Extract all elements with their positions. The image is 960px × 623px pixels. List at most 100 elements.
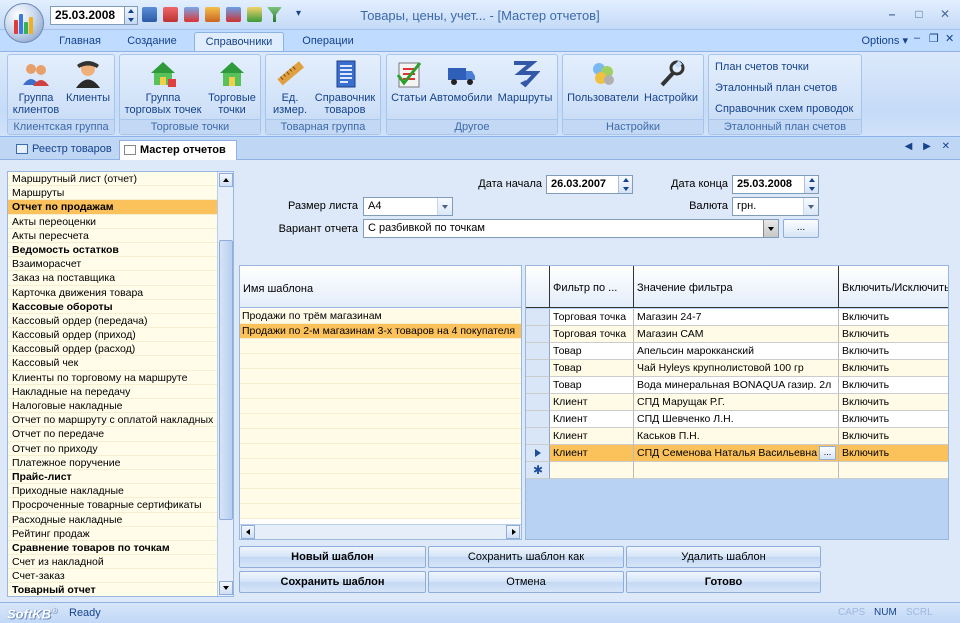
filter-value-cell[interactable]: Апельсин марокканский (634, 343, 839, 360)
report-list-item[interactable]: Кассовый ордер (расход) (8, 342, 219, 357)
delete-template-button[interactable]: Удалить шаблон (626, 546, 821, 568)
currency-select[interactable]: грн. (732, 197, 819, 216)
template-name-header[interactable]: Имя шаблона (240, 266, 521, 308)
filter-by-cell[interactable]: Товар (550, 360, 634, 377)
filter-by-header[interactable]: Фильтр по ... (550, 266, 634, 308)
date-start-spinner[interactable] (618, 176, 632, 193)
include-exclude-cell[interactable]: Включить (839, 309, 948, 326)
filter-value-cell[interactable]: СПД Шевченко Л.Н. (634, 411, 839, 428)
report-list-item[interactable]: Накладные на передачу (8, 384, 219, 399)
application-menu-button[interactable] (4, 3, 44, 43)
filter-by-cell[interactable]: Клиент (550, 445, 634, 462)
report-list-item[interactable]: Заказ на поставщика (8, 271, 219, 286)
report-list-item[interactable]: Маршруты (8, 186, 219, 201)
row-indicator[interactable] (526, 377, 550, 394)
filter-row[interactable]: Клиент СПД Шевченко Л.Н. Включить (526, 411, 948, 428)
trade-point-group-button[interactable]: Группа торговых точек (122, 59, 204, 116)
filter-row[interactable]: Клиент СПД Семенова Наталья Васильевна...… (526, 445, 948, 462)
report-list-item[interactable]: Товарный отчет (8, 583, 219, 596)
cancel-button[interactable]: Отмена (428, 571, 624, 593)
filter-by-cell[interactable]: Товар (550, 343, 634, 360)
filter-row[interactable]: Клиент СПД Марущак Р.Г. Включить (526, 394, 948, 411)
tab-directories[interactable]: Справочники (194, 32, 284, 51)
include-exclude-cell[interactable]: Включить (839, 445, 948, 462)
filter-by-cell[interactable]: Торговая точка (550, 309, 634, 326)
filter-by-cell[interactable]: Клиент (550, 428, 634, 445)
template-row[interactable]: Продажи по 2-м магазинам 3-х товаров на … (240, 324, 521, 339)
filter-value-cell[interactable]: Магазин 24-7 (634, 309, 839, 326)
currency-dropdown-button[interactable] (803, 198, 818, 215)
date-end-spinner[interactable] (804, 176, 818, 193)
report-list-item[interactable]: Расходные накладные (8, 512, 219, 527)
mdi-close-button[interactable]: ✕ (945, 32, 954, 45)
report-variant-dropdown-button[interactable] (763, 220, 778, 237)
reference-accounts-plan-link[interactable]: Эталонный план счетов (715, 82, 837, 94)
filter-value-cell[interactable]: Вода минеральная BONAQUA газир. 2л (634, 377, 839, 394)
report-list-item[interactable]: Взаиморасчет (8, 257, 219, 272)
row-indicator[interactable] (526, 309, 550, 326)
report-list-item[interactable]: Кассовые обороты (8, 299, 219, 314)
include-exclude-cell[interactable]: Включить (839, 360, 948, 377)
mdi-minimize-button[interactable]: – (914, 32, 920, 44)
mdi-restore-button[interactable]: ❐ (929, 32, 939, 45)
filter-value-more-button[interactable]: ... (819, 446, 836, 460)
tab-operations[interactable]: Операции (292, 32, 364, 51)
options-menu[interactable]: Options ▾ (862, 34, 909, 47)
save-template-as-button[interactable]: Сохранить шаблон как (428, 546, 624, 568)
report-list-item[interactable]: Платежное поручение (8, 455, 219, 470)
minimize-button[interactable]: – (883, 6, 901, 22)
row-indicator[interactable] (526, 394, 550, 411)
filter-value-cell[interactable] (634, 462, 839, 479)
report-list-item[interactable]: Просроченные товарные сертификаты (8, 498, 219, 513)
filter-row[interactable]: Торговая точка Магазин 24-7 Включить (526, 309, 948, 326)
report-list-item[interactable]: Кассовый чек (8, 356, 219, 371)
report-list-item[interactable]: Счет из накладной (8, 555, 219, 570)
row-indicator[interactable] (526, 326, 550, 343)
report-list-item[interactable]: Карточка движения товара (8, 285, 219, 300)
include-exclude-cell[interactable]: Включить (839, 428, 948, 445)
filter-row[interactable]: Торговая точка Магазин САМ Включить (526, 326, 948, 343)
filter-by-cell[interactable]: Клиент (550, 411, 634, 428)
doc-tab-product-registry[interactable]: Реестр товаров (12, 140, 116, 160)
report-list-item[interactable]: Маршрутный лист (отчет) (8, 172, 219, 187)
filter-row[interactable]: Товар Чай Hyleys крупнолистовой 100 гр Вкл… (526, 360, 948, 377)
filter-value-cell[interactable]: СПД Марущак Р.Г. (634, 394, 839, 411)
report-list-item[interactable]: Отчет по приходу (8, 441, 219, 456)
row-indicator[interactable] (526, 360, 550, 377)
report-variant-more-button[interactable]: ... (783, 219, 819, 238)
articles-button[interactable]: Статьи (389, 59, 429, 104)
report-list-item[interactable]: Рейтинг продаж (8, 526, 219, 541)
routes-button[interactable]: Маршруты (495, 59, 555, 104)
users-button[interactable]: Пользователи (565, 59, 641, 104)
row-indicator[interactable] (526, 343, 550, 360)
report-list-item[interactable]: Налоговые накладные (8, 399, 219, 414)
row-indicator[interactable] (526, 445, 550, 462)
new-filter-row[interactable]: ✱ (526, 462, 948, 479)
report-list-item[interactable]: Прайс-лист (8, 469, 219, 485)
doc-tab-navigation[interactable]: ◀ ▶ ✕ (905, 141, 954, 152)
posting-schemes-link[interactable]: Справочник схем проводок (715, 103, 853, 115)
template-row[interactable]: Продажи по трём магазинам (240, 309, 521, 324)
report-list-item[interactable]: Кассовый ордер (передача) (8, 313, 219, 329)
report-list-item[interactable]: Ведомость остатков (8, 242, 219, 258)
clients-button[interactable]: Клиенты (64, 59, 112, 104)
row-indicator[interactable] (526, 411, 550, 428)
tab-create[interactable]: Создание (118, 32, 186, 51)
report-list-item[interactable]: Кассовый ордер (приход) (8, 328, 219, 343)
include-exclude-cell[interactable]: Включить (839, 394, 948, 411)
maximize-button[interactable]: □ (910, 6, 928, 22)
row-indicator[interactable]: ✱ (526, 462, 550, 479)
filter-value-cell[interactable]: Магазин САМ (634, 326, 839, 343)
report-list-item[interactable]: Отчет по продажам (8, 200, 219, 215)
filter-value-header[interactable]: Значение фильтра (634, 266, 839, 308)
include-exclude-cell[interactable]: Включить (839, 326, 948, 343)
include-exclude-cell[interactable]: Включить (839, 411, 948, 428)
save-template-button[interactable]: Сохранить шаблон (239, 571, 426, 593)
report-list-item[interactable]: Отчет по маршруту с оплатой накладных (8, 413, 219, 428)
client-group-button[interactable]: Группа клиентов (10, 59, 62, 116)
report-list-item[interactable]: Приходные накладные (8, 484, 219, 499)
point-accounts-plan-link[interactable]: План счетов точки (715, 61, 809, 73)
report-list-item[interactable]: Счет-заказ (8, 569, 219, 584)
filter-by-cell[interactable]: Клиент (550, 394, 634, 411)
report-variant-select[interactable]: С разбивкой по точкам (363, 219, 779, 238)
